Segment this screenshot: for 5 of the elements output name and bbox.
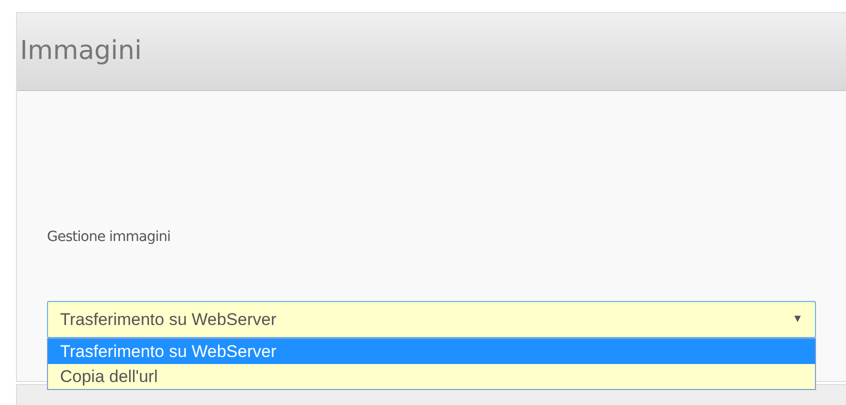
select-field[interactable]: Trasferimento su WebServer ▼ — [47, 301, 816, 338]
panel-title: Immagini — [20, 35, 142, 68]
field-label: Gestione immagini — [47, 228, 172, 247]
dropdown-arrow: ▼ — [792, 312, 803, 328]
dropdown-option[interactable]: Copia dell'url — [48, 364, 815, 389]
